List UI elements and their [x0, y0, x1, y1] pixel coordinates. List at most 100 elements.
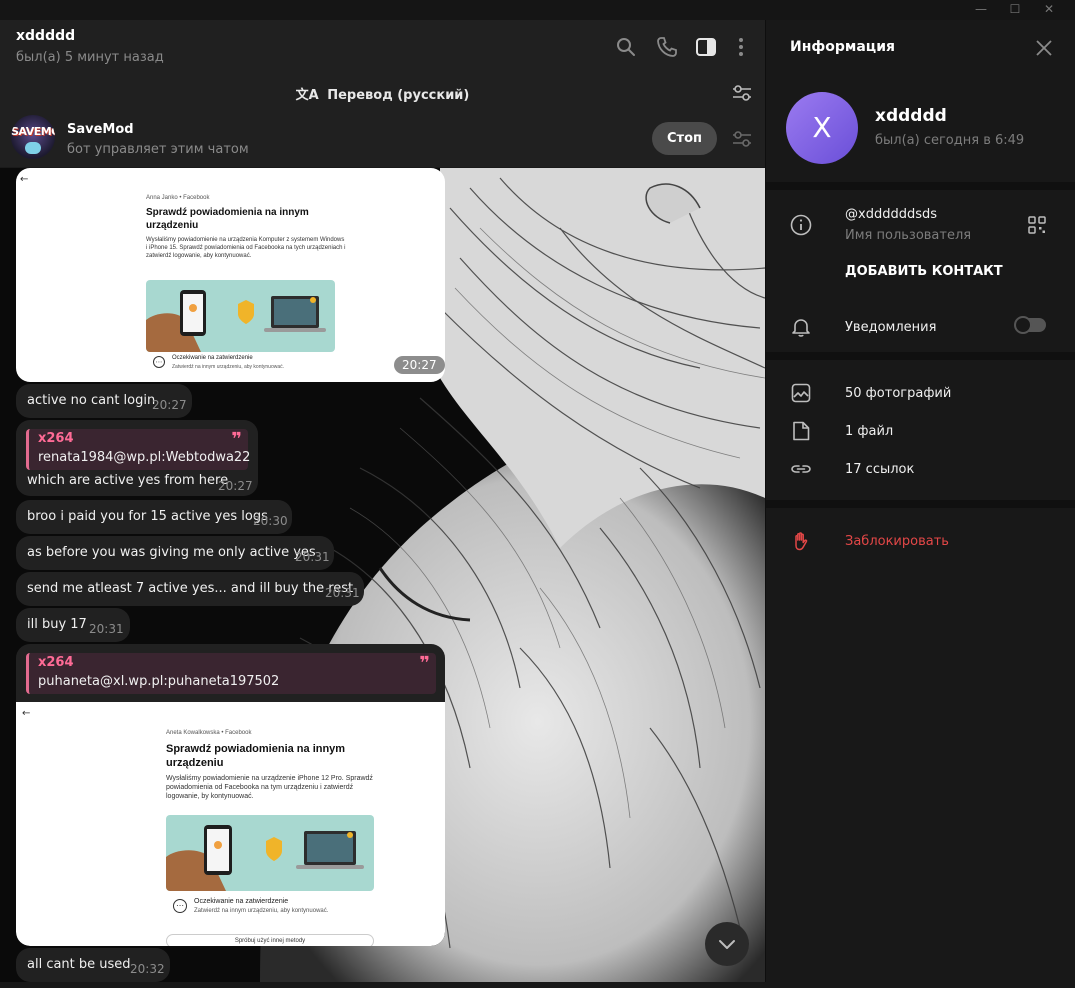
photo-author: Aneta Kowalkowska • Facebook	[166, 730, 252, 736]
username-value[interactable]: @xddddddsds	[845, 207, 937, 222]
stop-bot-button[interactable]: Стоп	[652, 122, 717, 155]
message-text: as before you was giving me only active …	[27, 545, 316, 560]
message-time: 20:27	[394, 356, 445, 374]
message-time: 20:31	[325, 586, 360, 600]
quoted-message[interactable]: x264 puhaneta@xl.wp.pl:puhaneta197502 ❞	[26, 653, 436, 694]
photo-illustration	[166, 815, 374, 891]
message-bubble[interactable]: all cant be used 20:32	[16, 948, 170, 982]
translate-label: Перевод (русский)	[327, 88, 470, 103]
info-title: Информация	[790, 39, 895, 55]
section-divider	[766, 182, 1075, 190]
section-divider	[766, 500, 1075, 508]
message-time: 20:31	[89, 622, 124, 636]
profile-last-seen: был(а) сегодня в 6:49	[875, 133, 1025, 148]
photo-title: Sprawdź powiadomienia na innym urządzeni…	[146, 207, 309, 231]
photo-waiting-sub: Zatwierdź na innym urządzeniu, aby konty…	[172, 364, 285, 370]
chat-panel: xddddd был(а) 5 минут назад 文A Перевод (…	[0, 20, 765, 982]
message-time: 20:30	[253, 514, 288, 528]
qr-code-icon[interactable]	[1028, 216, 1046, 234]
robot-icon	[25, 142, 41, 154]
file-icon	[793, 421, 810, 441]
scroll-down-button[interactable]	[705, 922, 749, 966]
info-icon	[790, 214, 812, 236]
message-bubble-photo[interactable]: x264 puhaneta@xl.wp.pl:puhaneta197502 ❞ …	[16, 644, 445, 946]
notifications-label: Уведомления	[845, 320, 937, 335]
chat-title[interactable]: xddddd	[16, 28, 75, 44]
quote-author: x264	[38, 655, 74, 670]
quote-text: puhaneta@xl.wp.pl:puhaneta197502	[38, 674, 280, 689]
message-photo-2[interactable]: ← Aneta Kowalkowska • Facebook Sprawdź p…	[16, 702, 445, 946]
waiting-icon: ⋯	[153, 356, 165, 368]
maximize-button[interactable]: ☐	[998, 0, 1032, 20]
message-bubble[interactable]: send me atleast 7 active yes... and ill …	[16, 572, 364, 606]
settings-sliders-icon[interactable]	[730, 81, 754, 105]
quoted-message[interactable]: x264 renata1984@wp.pl:Webtodwa22 ❞	[26, 429, 251, 470]
more-icon[interactable]	[729, 35, 753, 59]
close-icon[interactable]	[1032, 36, 1056, 60]
message-bubble[interactable]: ill buy 17 20:31	[16, 608, 130, 642]
links-count[interactable]: 17 ссылок	[845, 462, 914, 477]
quote-author: x264	[38, 431, 74, 446]
message-bubble-quoted[interactable]: x264 renata1984@wp.pl:Webtodwa22 ❞ which…	[16, 420, 258, 496]
username-label: Имя пользователя	[845, 228, 972, 243]
photo-waiting-sub: Zatwierdź na innym urządzeniu, aby konty…	[194, 908, 329, 914]
toggle-knob	[1014, 316, 1032, 334]
message-time: 20:27	[152, 398, 187, 412]
photo-author: Anna Janko • Facebook	[146, 195, 210, 201]
chat-header: xddddd был(а) 5 минут назад	[0, 20, 765, 74]
chevron-down-icon	[719, 940, 735, 949]
profile-name: xddddd	[875, 106, 947, 126]
message-bubble[interactable]: active no cant login 20:27	[16, 384, 192, 418]
waiting-icon: ⋯	[173, 899, 187, 913]
block-user-button[interactable]: Заблокировать	[845, 534, 949, 549]
add-contact-button[interactable]: ДОБАВИТЬ КОНТАКТ	[845, 264, 1003, 279]
bot-bar: SAVEMOD SaveMod бот управляет этим чатом…	[0, 112, 765, 168]
bot-name[interactable]: SaveMod	[67, 122, 134, 137]
photo-description: Wysłaliśmy powiadomienie na urządzenia K…	[146, 237, 346, 259]
hand-block-icon	[795, 532, 808, 551]
bot-settings-icon[interactable]	[730, 127, 754, 151]
bot-subtitle: бот управляет этим чатом	[67, 142, 249, 157]
back-arrow-icon: ←	[22, 708, 31, 719]
bot-avatar-logo: SAVEMOD	[11, 125, 55, 138]
photos-count[interactable]: 50 фотографий	[845, 386, 951, 401]
minimize-button[interactable]: —	[964, 0, 998, 20]
message-text: active no cant login	[27, 393, 156, 408]
photo-other-method: Spróbuj użyć innej metody	[166, 934, 374, 946]
message-bubble[interactable]: as before you was giving me only active …	[16, 536, 334, 570]
message-text: all cant be used	[27, 957, 131, 972]
translate-button[interactable]: 文A Перевод (русский)	[0, 84, 765, 103]
photo-illustration	[146, 280, 335, 352]
bell-icon	[792, 319, 810, 337]
translate-icon: 文A	[295, 88, 319, 103]
quote-text: renata1984@wp.pl:Webtodwa22	[38, 450, 251, 465]
message-text: broo i paid you for 15 active yes logs	[27, 509, 268, 524]
sidebar-toggle-icon[interactable]	[694, 35, 718, 59]
message-bubble[interactable]: broo i paid you for 15 active yes logs 2…	[16, 500, 292, 534]
bot-avatar[interactable]: SAVEMOD	[11, 115, 55, 159]
message-photo-1[interactable]: ← Anna Janko • Facebook Sprawdź powiadom…	[16, 168, 445, 382]
link-icon	[791, 465, 811, 473]
photo-title: Sprawdź powiadomienia na innym urządzeni…	[166, 743, 346, 769]
photo-description: Wysłaliśmy powiadomienie na urządzenie i…	[166, 775, 373, 800]
photo-icon	[791, 383, 811, 403]
quote-icon: ❞	[231, 429, 242, 450]
translate-bar: 文A Перевод (русский)	[0, 74, 765, 112]
message-text: ill buy 17	[27, 617, 87, 632]
profile-avatar[interactable]: X	[786, 92, 858, 164]
photo-waiting: Oczekiwanie na zatwierdzenie	[172, 355, 253, 361]
notifications-toggle[interactable]	[1014, 316, 1046, 334]
search-icon[interactable]	[614, 35, 638, 59]
message-time: 20:31	[295, 550, 330, 564]
chat-status: был(а) 5 минут назад	[16, 50, 164, 65]
message-time: 20:32	[130, 962, 165, 976]
files-count[interactable]: 1 файл	[845, 424, 893, 439]
back-arrow-icon: ←	[20, 174, 29, 185]
section-divider	[766, 352, 1075, 360]
quote-icon: ❞	[419, 653, 430, 674]
info-panel: Информация X xddddd был(а) сегодня в 6:4…	[765, 20, 1075, 982]
phone-icon[interactable]	[655, 35, 679, 59]
window-close-button[interactable]: ✕	[1032, 0, 1066, 20]
photo-waiting: Oczekiwanie na zatwierdzenie	[194, 898, 289, 905]
message-text: send me atleast 7 active yes... and ill …	[27, 581, 354, 596]
